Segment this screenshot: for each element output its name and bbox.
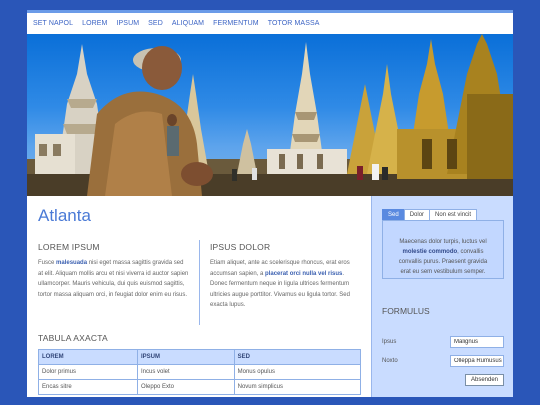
nav-item-lorem[interactable]: LOREM [82,20,107,27]
table-cell: Incus volet [137,364,235,380]
nav-item-totor-massa[interactable]: TOTOR MASSA [268,20,320,27]
section-heading-ipsus-dolor: IPSUS DOLOR [210,242,271,252]
noxto-input[interactable] [450,355,504,367]
ipsus-input[interactable] [450,336,504,348]
link-placerat[interactable]: placerat orci nulla vel risus [265,271,342,277]
table-header-cell: LOREM [38,349,138,365]
table-row: Encas sitre Oleppo Exto Novum simplicus [38,379,362,395]
panel-text-line: , convallis [457,249,484,255]
table-cell: Encas sitre [38,379,138,395]
table-header-cell: IPSUM [137,349,235,365]
paragraph-lorem-ipsum: Fusce malesuada nisi eget massa sagittis… [38,258,190,300]
label-ipsus: Ipsus [382,339,397,345]
tab-panel: Maecenas dolor turpis, luctus vel molest… [382,220,504,279]
paragraph-ipsus-dolor: Etiam aliquet, ante ac scelerisque rhonc… [210,258,362,311]
paragraph-text: Fusce [38,260,57,266]
nav-item-sed[interactable]: SED [148,20,163,27]
section-heading-tabula-axacta: TABULA AXACTA [38,333,108,343]
panel-bold-text: molestie commodo [402,249,458,255]
submit-button[interactable]: Absenden [465,374,504,386]
hero-image [27,34,513,196]
label-noxto: Noxto [382,358,398,364]
link-malesuada[interactable]: malesuada [56,260,87,266]
panel-text-line: erat eu sem vestibulum semper. [400,269,486,275]
nav-item-set-napol[interactable]: SET NAPOL [33,20,73,27]
table-header-cell: SED [233,349,362,365]
page: SET NAPOL LOREM IPSUM SED ALIQUAM FERMEN… [27,10,513,397]
nav-item-fermentum[interactable]: FERMENTUM [213,20,259,27]
table-header-row: LOREM IPSUM SED [38,349,362,365]
table-cell: Novum simplicus [233,379,362,395]
page-title: Atlanta [38,206,91,225]
nav-item-aliquam[interactable]: ALIQUAM [172,20,204,27]
table-row: Dolor primus Incus volet Monus opulus [38,364,362,380]
tab-panel-text: Maecenas dolor turpis, luctus vel molest… [383,237,503,277]
main-content: Atlanta LOREM IPSUM Fusce malesuada nisi… [27,196,371,397]
top-nav: SET NAPOL LOREM IPSUM SED ALIQUAM FERMEN… [27,13,513,34]
table-cell: Dolor primus [38,364,138,380]
table-cell: Monus opulus [233,364,362,380]
form-title: FORMULUS [382,306,430,316]
data-table: LOREM IPSUM SED Dolor primus Incus volet… [38,349,362,395]
section-heading-lorem-ipsum: LOREM IPSUM [38,242,100,252]
panel-text-line: Maecenas dolor turpis, luctus vel [399,239,487,245]
sidebar: Sed Dolor Non est vincit Maecenas dolor … [371,196,513,397]
column-divider [199,240,200,325]
hero-photo-illustration [27,34,513,196]
panel-text-line: convallis purus. Praesent gravida [398,259,488,265]
nav-item-ipsum[interactable]: IPSUM [116,20,139,27]
table-cell: Oleppo Exto [137,379,235,395]
